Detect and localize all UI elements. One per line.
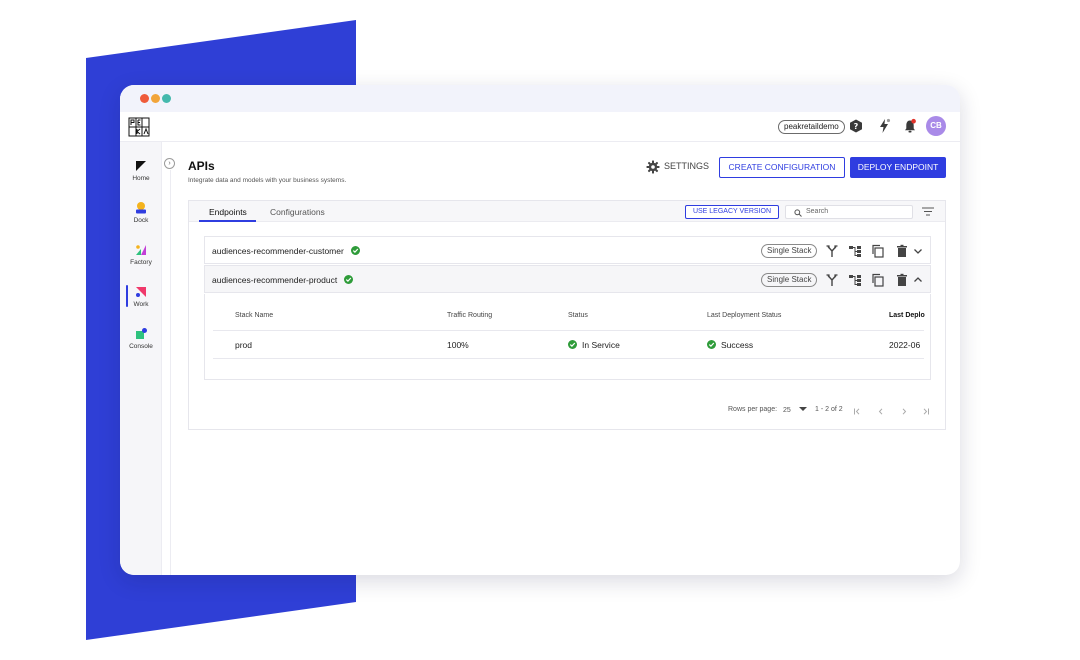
- column-header: Stack Name: [235, 312, 274, 319]
- home-icon: [136, 161, 146, 171]
- delete-icon[interactable]: [895, 273, 909, 287]
- caret-down-icon: [798, 407, 807, 411]
- status-text: In Service: [582, 340, 620, 350]
- column-header: Status: [568, 312, 588, 319]
- endpoint-row[interactable]: audiences-recommender-customer Single St…: [204, 236, 931, 264]
- rows-per-page-value: 25: [783, 407, 791, 414]
- tab-endpoints[interactable]: Endpoints: [209, 207, 247, 217]
- svg-text:?: ?: [854, 122, 859, 131]
- pagination-range: 1 - 2 of 2: [815, 406, 843, 413]
- console-icon: [136, 328, 147, 339]
- top-bar: peakretaildemo ? CB: [120, 112, 960, 142]
- work-icon: [136, 287, 146, 297]
- search-icon: [794, 209, 802, 217]
- dock-icon: [136, 202, 146, 214]
- lightning-icon[interactable]: [876, 118, 892, 134]
- sidebar-item-factory[interactable]: Factory: [120, 243, 162, 266]
- deploy-endpoint-button[interactable]: DEPLOY ENDPOINT: [850, 157, 946, 178]
- expand-sidebar-button[interactable]: ›: [164, 158, 175, 169]
- chevron-down-icon[interactable]: [912, 244, 924, 258]
- tenant-selector[interactable]: peakretaildemo: [778, 120, 845, 134]
- search-placeholder: Search: [806, 208, 829, 215]
- peak-logo-icon[interactable]: [128, 117, 150, 137]
- last-page-icon[interactable]: [922, 408, 930, 415]
- traffic-routing-cell: 100%: [447, 340, 469, 350]
- user-avatar[interactable]: CB: [926, 116, 946, 136]
- last-deployment-date-cell: 2022-06: [889, 340, 921, 350]
- help-icon[interactable]: ?: [848, 118, 864, 134]
- check-circle-icon: [707, 340, 716, 349]
- page-subtitle: Integrate data and models with your busi…: [188, 177, 347, 184]
- first-page-icon[interactable]: [853, 408, 861, 415]
- bell-icon[interactable]: [902, 118, 918, 134]
- search-input[interactable]: Search: [785, 205, 913, 219]
- hierarchy-icon[interactable]: [848, 244, 862, 258]
- check-circle-icon: [568, 340, 577, 349]
- filter-icon[interactable]: [922, 207, 934, 216]
- rows-per-page-label: Rows per page:: [728, 406, 778, 413]
- maximize-window-button[interactable]: [162, 94, 171, 103]
- next-page-icon[interactable]: [900, 408, 908, 415]
- settings-label: SETTINGS: [664, 161, 710, 171]
- sidebar-item-label: Home: [132, 175, 150, 182]
- app-window: peakretaildemo ? CB Home Dock Factory Wo…: [120, 85, 960, 575]
- sidebar: Home Dock Factory Work Console: [120, 142, 162, 575]
- endpoint-name: audiences-recommender-customer: [212, 246, 344, 256]
- settings-button[interactable]: SETTINGS: [646, 160, 726, 174]
- sidebar-item-home[interactable]: Home: [120, 159, 162, 182]
- stack-table: Stack Name Traffic Routing Status Last D…: [204, 294, 931, 380]
- sidebar-item-label: Factory: [130, 259, 152, 266]
- column-header: Last Deployment Status: [707, 312, 782, 319]
- minimize-window-button[interactable]: [151, 94, 160, 103]
- window-titlebar: [120, 85, 960, 112]
- status-cell: In Service: [568, 340, 620, 350]
- header-divider: [213, 330, 924, 331]
- traffic-split-icon[interactable]: [825, 244, 839, 258]
- gear-icon: [646, 160, 660, 174]
- active-tab-underline: [199, 220, 256, 222]
- last-deployment-status-cell: Success: [707, 340, 753, 350]
- previous-page-icon[interactable]: [877, 408, 885, 415]
- sidebar-item-label: Console: [129, 343, 153, 350]
- close-window-button[interactable]: [140, 94, 149, 103]
- hierarchy-icon[interactable]: [848, 273, 862, 287]
- stack-type-badge: Single Stack: [761, 273, 818, 287]
- column-header: Traffic Routing: [447, 312, 493, 319]
- check-circle-icon: [344, 275, 353, 284]
- check-circle-icon: [351, 246, 360, 255]
- sidebar-item-console[interactable]: Console: [120, 327, 162, 350]
- stack-name-cell[interactable]: prod: [235, 340, 252, 350]
- row-divider: [213, 358, 924, 359]
- tab-bar: Endpoints Configurations USE LEGACY VERS…: [189, 201, 945, 222]
- status-text: Success: [721, 340, 754, 350]
- sidebar-item-label: Dock: [133, 217, 149, 224]
- copy-icon[interactable]: [871, 244, 885, 258]
- chevron-up-icon[interactable]: [912, 273, 924, 287]
- endpoints-panel: Endpoints Configurations USE LEGACY VERS…: [188, 200, 946, 430]
- delete-icon[interactable]: [895, 244, 909, 258]
- sidebar-item-dock[interactable]: Dock: [120, 201, 162, 224]
- rail-divider: [170, 170, 171, 575]
- endpoint-row[interactable]: audiences-recommender-product Single Sta…: [204, 265, 931, 293]
- traffic-split-icon[interactable]: [825, 273, 839, 287]
- copy-icon[interactable]: [871, 273, 885, 287]
- page-title: APIs: [188, 159, 215, 173]
- tab-configurations[interactable]: Configurations: [270, 207, 325, 217]
- use-legacy-version-button[interactable]: USE LEGACY VERSION: [685, 205, 779, 219]
- endpoint-name: audiences-recommender-product: [212, 275, 338, 285]
- column-header: Last Deplo: [889, 312, 925, 319]
- factory-icon: [136, 245, 146, 255]
- chevron-right-icon: ›: [168, 160, 171, 167]
- sidebar-item-work[interactable]: Work: [120, 285, 162, 308]
- create-configuration-button[interactable]: CREATE CONFIGURATION: [719, 157, 845, 178]
- rows-per-page-select[interactable]: 25: [783, 406, 807, 414]
- stack-type-badge: Single Stack: [761, 244, 818, 258]
- sidebar-item-label: Work: [133, 301, 149, 308]
